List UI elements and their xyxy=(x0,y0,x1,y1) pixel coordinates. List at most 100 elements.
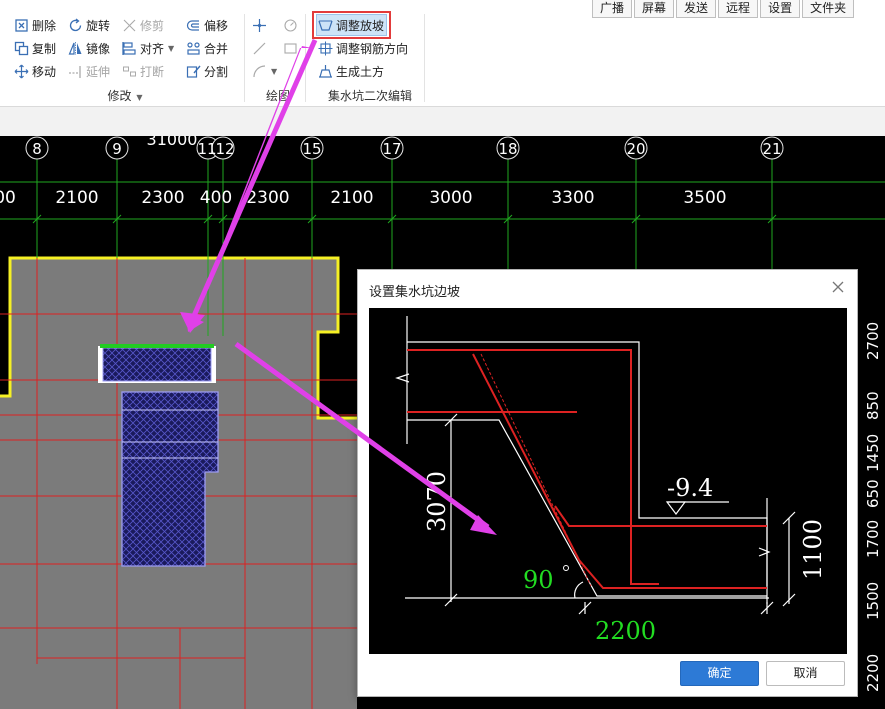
span-dimension: 2100 xyxy=(330,188,373,208)
axis-number-18: 18 xyxy=(498,140,517,158)
dialog-title: 设置集水坑边坡 xyxy=(369,285,461,300)
rotate-button[interactable]: 旋转 xyxy=(68,15,110,35)
split-button[interactable]: 分割 xyxy=(186,61,228,81)
align-icon xyxy=(122,41,137,56)
bottom-width-label: 2200 xyxy=(595,617,656,645)
send-button[interactable]: 发送 xyxy=(676,0,717,18)
right-dim: 850 xyxy=(864,391,882,420)
break-label: 打断 xyxy=(140,64,165,79)
delete-button[interactable]: 删除 xyxy=(14,15,56,35)
move-icon xyxy=(14,64,29,79)
align-button[interactable]: 对齐 ▼ xyxy=(122,38,174,58)
span-dimension: 400 xyxy=(200,188,232,208)
draw-circle-button[interactable] xyxy=(283,15,298,35)
axis-number-12: 12 xyxy=(215,140,234,158)
cancel-button[interactable]: 取消 xyxy=(766,661,845,686)
screen-button[interactable]: 屏幕 xyxy=(634,0,675,18)
move-label: 移动 xyxy=(32,64,57,79)
axis-number-20: 20 xyxy=(626,140,645,158)
chevron-down-icon: ▼ xyxy=(136,93,143,102)
arc-icon xyxy=(252,64,267,79)
draw-arc-button[interactable]: ▼ xyxy=(252,61,277,81)
remote-button[interactable]: 远程 xyxy=(718,0,759,18)
group-separator xyxy=(244,14,245,102)
rotate-label: 旋转 xyxy=(86,18,111,33)
span-dimension: 3000 xyxy=(429,188,472,208)
span-dimension: 2300 xyxy=(246,188,289,208)
generate-earthwork-button[interactable]: 生成土方 xyxy=(318,61,384,81)
section-dim-ticks xyxy=(444,413,796,615)
elevation-label: -9.4 xyxy=(667,474,713,502)
angle-label: 90 xyxy=(523,566,554,594)
extend-label: 延伸 xyxy=(86,64,111,79)
earthwork-icon xyxy=(318,64,333,79)
right-dim: 2700 xyxy=(864,322,882,360)
axis-number-21: 21 xyxy=(762,140,781,158)
draw-point-button[interactable] xyxy=(252,15,267,35)
section-outline xyxy=(395,316,790,614)
span-dimension: 2300 xyxy=(141,188,184,208)
trim-button[interactable]: 修剪 xyxy=(122,15,164,35)
split-icon xyxy=(186,64,201,79)
pit-group-label: 集水坑二次编辑 xyxy=(322,87,418,104)
draw-rect-button[interactable] xyxy=(283,38,298,58)
crosshair-icon xyxy=(252,18,267,33)
rotate-icon xyxy=(68,17,83,33)
offset-button[interactable]: 偏移 xyxy=(186,15,228,35)
group-separator xyxy=(424,14,425,102)
merge-button[interactable]: 合并 xyxy=(186,38,228,58)
remote-quickbar: 广播 屏幕 发送 远程 设置 文件夹 xyxy=(592,0,856,18)
break-button[interactable]: 打断 xyxy=(122,61,164,81)
right-dim: 1500 xyxy=(864,582,882,620)
copy-label: 复制 xyxy=(32,41,57,56)
split-label: 分割 xyxy=(204,64,229,79)
right-dim: 2200 xyxy=(864,654,882,692)
trim-label: 修剪 xyxy=(140,18,165,33)
slope-section-drawing: 3070 -9.4 90 2200 1100 xyxy=(395,316,827,645)
pit-selected[interactable] xyxy=(102,347,212,382)
elevation-marker xyxy=(665,501,687,515)
adjust-rebar-direction-button[interactable]: 调整钢筋方向 xyxy=(318,38,408,58)
red-highlight-box xyxy=(312,11,391,39)
right-height-label: 1100 xyxy=(799,519,827,580)
top-dimension: 31000 xyxy=(147,136,198,149)
ok-button[interactable]: 确定 xyxy=(680,661,759,686)
close-button[interactable] xyxy=(829,278,847,296)
pit-lower xyxy=(121,391,219,567)
move-button[interactable]: 移动 xyxy=(14,61,56,81)
pit-group-text: 集水坑二次编辑 xyxy=(327,89,412,103)
right-dim: 1450 xyxy=(864,434,882,472)
settings-button[interactable]: 设置 xyxy=(760,0,801,18)
axis-bubbles xyxy=(25,136,784,160)
extend-button[interactable]: 延伸 xyxy=(68,61,110,81)
folder-button[interactable]: 文件夹 xyxy=(802,0,855,18)
span-dimension: 2100 xyxy=(55,188,98,208)
copy-icon xyxy=(14,41,29,56)
broadcast-button[interactable]: 广播 xyxy=(592,0,633,18)
slope-preview: 3070 -9.4 90 2200 1100 xyxy=(369,308,847,654)
offset-icon xyxy=(186,18,201,33)
line-icon xyxy=(252,41,267,56)
modify-group-label[interactable]: 修改 ▼ xyxy=(95,87,155,104)
chevron-down-icon: ▼ xyxy=(168,43,175,53)
generate-earthwork-label: 生成土方 xyxy=(336,64,385,79)
rebar-lines xyxy=(407,349,767,589)
axis-number-15: 15 xyxy=(302,140,321,158)
degree-mark xyxy=(563,565,569,571)
offset-label: 偏移 xyxy=(204,18,229,33)
span-dimension: 00 xyxy=(0,188,16,208)
chevron-down-icon: ▼ xyxy=(271,66,278,76)
mirror-button[interactable]: 镜像 xyxy=(68,38,110,58)
axis-number-17: 17 xyxy=(382,140,401,158)
copy-button[interactable]: 复制 xyxy=(14,38,56,58)
merge-icon xyxy=(186,41,201,56)
span-dimension: 3500 xyxy=(683,188,726,208)
right-dim: 650 xyxy=(864,479,882,508)
set-pit-slope-dialog: 设置集水坑边坡 3070 -9.4 90 2200 1100 确定 取消 xyxy=(357,269,858,697)
adjust-rebar-label: 调整钢筋方向 xyxy=(336,41,409,56)
axis-number-11: 11 xyxy=(197,140,216,158)
axis-number-8: 8 xyxy=(32,140,42,158)
draw-line-button[interactable] xyxy=(252,38,267,58)
circle-icon xyxy=(283,18,298,33)
align-label: 对齐 xyxy=(140,41,165,56)
